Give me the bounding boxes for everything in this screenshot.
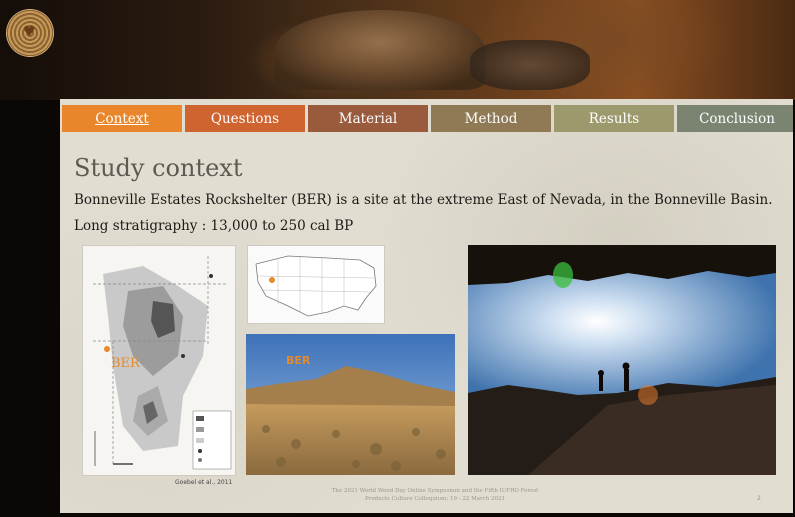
map-credit: Goebel et al., 2011 bbox=[175, 479, 233, 486]
heart-icon: ♥ bbox=[23, 24, 36, 40]
tab-results[interactable]: Results bbox=[554, 105, 674, 132]
tab-context[interactable]: Context bbox=[62, 105, 182, 132]
regional-map: BER bbox=[82, 245, 236, 476]
wood-log-image bbox=[470, 40, 590, 90]
map-ber-label: BER bbox=[111, 356, 140, 371]
slide: Context Questions Material Method Result… bbox=[60, 99, 793, 513]
wood-log-image bbox=[275, 10, 485, 90]
footer-line: Products Culture Colloquium; 19 - 22 Mar… bbox=[365, 496, 505, 502]
landscape-photo: BER bbox=[246, 334, 455, 475]
tab-method[interactable]: Method bbox=[431, 105, 551, 132]
tab-material[interactable]: Material bbox=[308, 105, 428, 132]
us-locator-map bbox=[247, 245, 385, 324]
header-banner bbox=[0, 0, 795, 100]
photo-ber-label: BER bbox=[286, 354, 311, 367]
slide-footer: The 2021 World Wood Day Online Symposium… bbox=[305, 487, 565, 503]
logo[interactable]: ♥ bbox=[7, 10, 53, 56]
cave-photo bbox=[468, 245, 776, 475]
page-number: 2 bbox=[757, 495, 761, 502]
tab-bar: Context Questions Material Method Result… bbox=[62, 105, 793, 132]
tab-conclusion[interactable]: Conclusion bbox=[677, 105, 793, 132]
tab-questions[interactable]: Questions bbox=[185, 105, 305, 132]
context-text: Bonneville Estates Rockshelter (BER) is … bbox=[74, 192, 773, 208]
footer-line: The 2021 World Wood Day Online Symposium… bbox=[331, 488, 539, 494]
stratigraphy-text: Long stratigraphy : 13,000 to 250 cal BP bbox=[74, 218, 354, 234]
slide-title: Study context bbox=[74, 154, 243, 182]
